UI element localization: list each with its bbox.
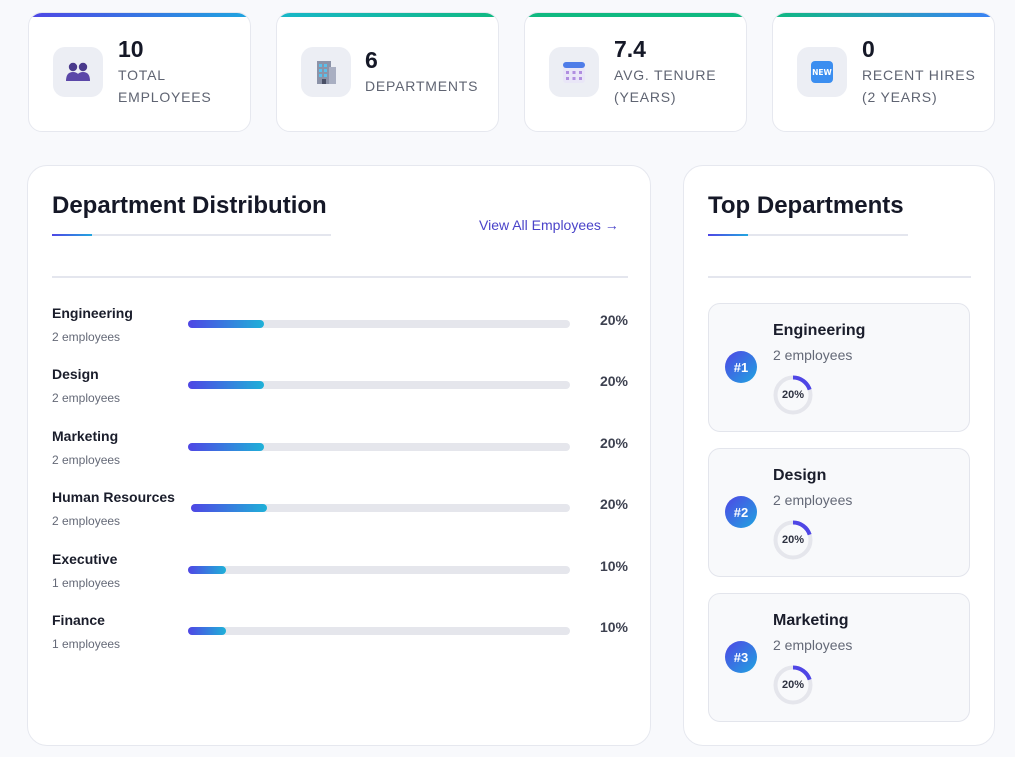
employee-count: 2 employees [52,514,121,528]
distribution-row: Marketing 2 employees 20% [52,428,628,472]
department-name: Finance [52,612,105,628]
progress-track [191,504,570,512]
percentage: 20% [599,373,628,389]
stat-label: AVG. TENURE (YEARS) [614,64,736,108]
percentage: 20% [599,312,628,328]
stat-label-line: DEPARTMENTS [365,77,479,94]
svg-text:NEW: NEW [812,68,832,77]
stat-label: DEPARTMENTS [365,75,488,97]
stat-label: RECENT HIRES (2 YEARS) [862,64,984,108]
distribution-row: Design 2 employees 20% [52,366,628,410]
department-name: Executive [52,551,118,567]
employee-count: 2 employees [52,391,121,405]
progress-track [188,320,570,328]
progress-track [188,381,570,389]
department-name: Engineering [773,322,866,339]
divider [52,276,628,278]
title-underline-accent [708,234,748,236]
calendar-icon [549,47,599,97]
panel-title: Department Distribution [52,192,327,219]
people-icon [53,47,103,97]
distribution-row: Finance 1 employees 10% [52,612,628,656]
divider [708,276,971,278]
progress-fill [188,381,265,389]
department-name: Marketing [52,428,119,444]
stat-value: 7.4 [614,35,646,62]
stat-label-line: AVG. TENURE [614,66,717,83]
top-departments-panel: Top Departments #1 Engineering 2 employe… [683,165,995,746]
donut-label: 20% [781,534,805,546]
title-underline [52,234,331,236]
progress-track [188,627,570,635]
donut-label: 20% [781,679,805,691]
rank-badge: #1 [725,351,757,383]
employee-count: 1 employees [52,576,121,590]
employee-count: 2 employees [52,453,121,467]
donut-label: 20% [781,389,805,401]
employee-count: 2 employees [773,637,853,653]
rank-badge: #3 [725,641,757,673]
department-distribution-panel: Department Distribution View All Employe… [27,165,651,746]
progress-track [188,443,570,451]
stat-card-recent-hires: NEW 0 RECENT HIRES (2 YEARS) [772,12,995,132]
stat-label-line: (YEARS) [614,88,677,105]
stat-value: 6 [365,46,378,73]
percentage: 20% [599,496,628,512]
progress-track [188,566,570,574]
employee-count: 2 employees [52,330,121,344]
top-department-card[interactable]: #3 Marketing 2 employees 20% [708,593,970,722]
stat-label-line: TOTAL [118,66,166,83]
distribution-row: Human Resources 2 employees 20% [52,489,628,533]
employee-count: 1 employees [52,637,121,651]
progress-fill [191,504,267,512]
stat-card-avg-tenure: 7.4 AVG. TENURE (YEARS) [524,12,747,132]
progress-fill [188,320,265,328]
percentage: 10% [599,619,628,635]
stats-row: 10 TOTAL EMPLOYEES 6 DEPARTMENTS 7.4 AVG… [28,12,995,132]
stat-label-line: (2 YEARS) [862,88,938,105]
employee-count: 2 employees [773,492,853,508]
percentage: 10% [599,558,628,574]
view-all-employees-link[interactable]: View All Employees → [479,217,619,233]
stat-label: TOTAL EMPLOYEES [118,64,240,108]
title-underline [708,234,908,236]
department-name: Engineering [52,305,133,321]
distribution-row: Engineering 2 employees 20% [52,305,628,349]
stat-label-line: RECENT HIRES [862,66,976,83]
department-name: Design [52,366,99,382]
title-underline-accent [52,234,92,236]
department-name: Marketing [773,612,849,629]
panel-title: Top Departments [708,192,904,219]
stat-card-departments: 6 DEPARTMENTS [276,12,499,132]
new-badge-icon: NEW [797,47,847,97]
department-name: Design [773,467,827,484]
percentage: 20% [599,435,628,451]
distribution-row: Executive 1 employees 10% [52,551,628,595]
department-name: Human Resources [52,489,175,505]
employee-count: 2 employees [773,347,853,363]
rank-badge: #2 [725,496,757,528]
office-building-icon [301,47,351,97]
stat-value: 10 [118,35,144,62]
progress-fill [188,627,227,635]
stat-card-total-employees: 10 TOTAL EMPLOYEES [28,12,251,132]
top-department-card[interactable]: #2 Design 2 employees 20% [708,448,970,577]
progress-fill [188,443,265,451]
stat-value: 0 [862,35,875,62]
progress-fill [188,566,227,574]
top-department-card[interactable]: #1 Engineering 2 employees 20% [708,303,970,432]
stat-label-line: EMPLOYEES [118,88,212,105]
